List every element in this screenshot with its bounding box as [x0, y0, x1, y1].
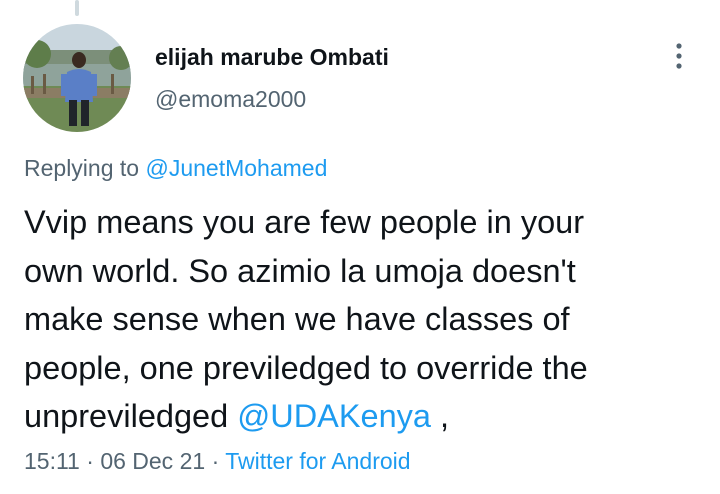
tweet-text-line: own world. So azimio la umoja doesn't	[24, 252, 576, 289]
uda-kenya-mention[interactable]: @UDAKenya	[237, 398, 431, 434]
thread-connector-line	[75, 0, 79, 16]
tweet: elijah marube Ombati @emoma2000 Replying…	[0, 0, 720, 494]
tweet-text-line: people, one previledged to override the	[24, 349, 588, 386]
avatar[interactable]	[23, 24, 131, 132]
tweet-text: Vvip means you are few people in your ow…	[24, 198, 704, 441]
more-vertical-icon	[676, 43, 682, 69]
tweet-text-line: Vvip means you are few people in your	[24, 204, 585, 240]
tweet-source[interactable]: Twitter for Android	[225, 448, 410, 474]
avatar-photo	[23, 24, 131, 132]
meta-separator: ·	[211, 448, 220, 474]
tweet-text-line: unpreviledged @UDAKenya ,	[24, 392, 704, 441]
tweet-metadata: 15:11 · 06 Dec 21 · Twitter for Android	[24, 448, 411, 475]
author-handle[interactable]: @emoma2000	[155, 86, 306, 113]
more-options-button[interactable]	[664, 38, 694, 74]
tweet-text-suffix: ,	[440, 398, 450, 434]
tweet-text-line: make sense when we have classes of	[24, 301, 570, 337]
tweet-time[interactable]: 15:11	[24, 448, 80, 474]
author-display-name[interactable]: elijah marube Ombati	[155, 44, 389, 71]
meta-separator: ·	[86, 448, 94, 474]
tweet-text-word: unpreviledged	[24, 398, 229, 434]
replying-to: Replying to @JunetMohamed	[24, 155, 327, 182]
replying-to-label: Replying to	[24, 155, 140, 181]
replying-to-mention[interactable]: @JunetMohamed	[145, 155, 327, 181]
tweet-date[interactable]: 06 Dec 21	[100, 448, 205, 474]
